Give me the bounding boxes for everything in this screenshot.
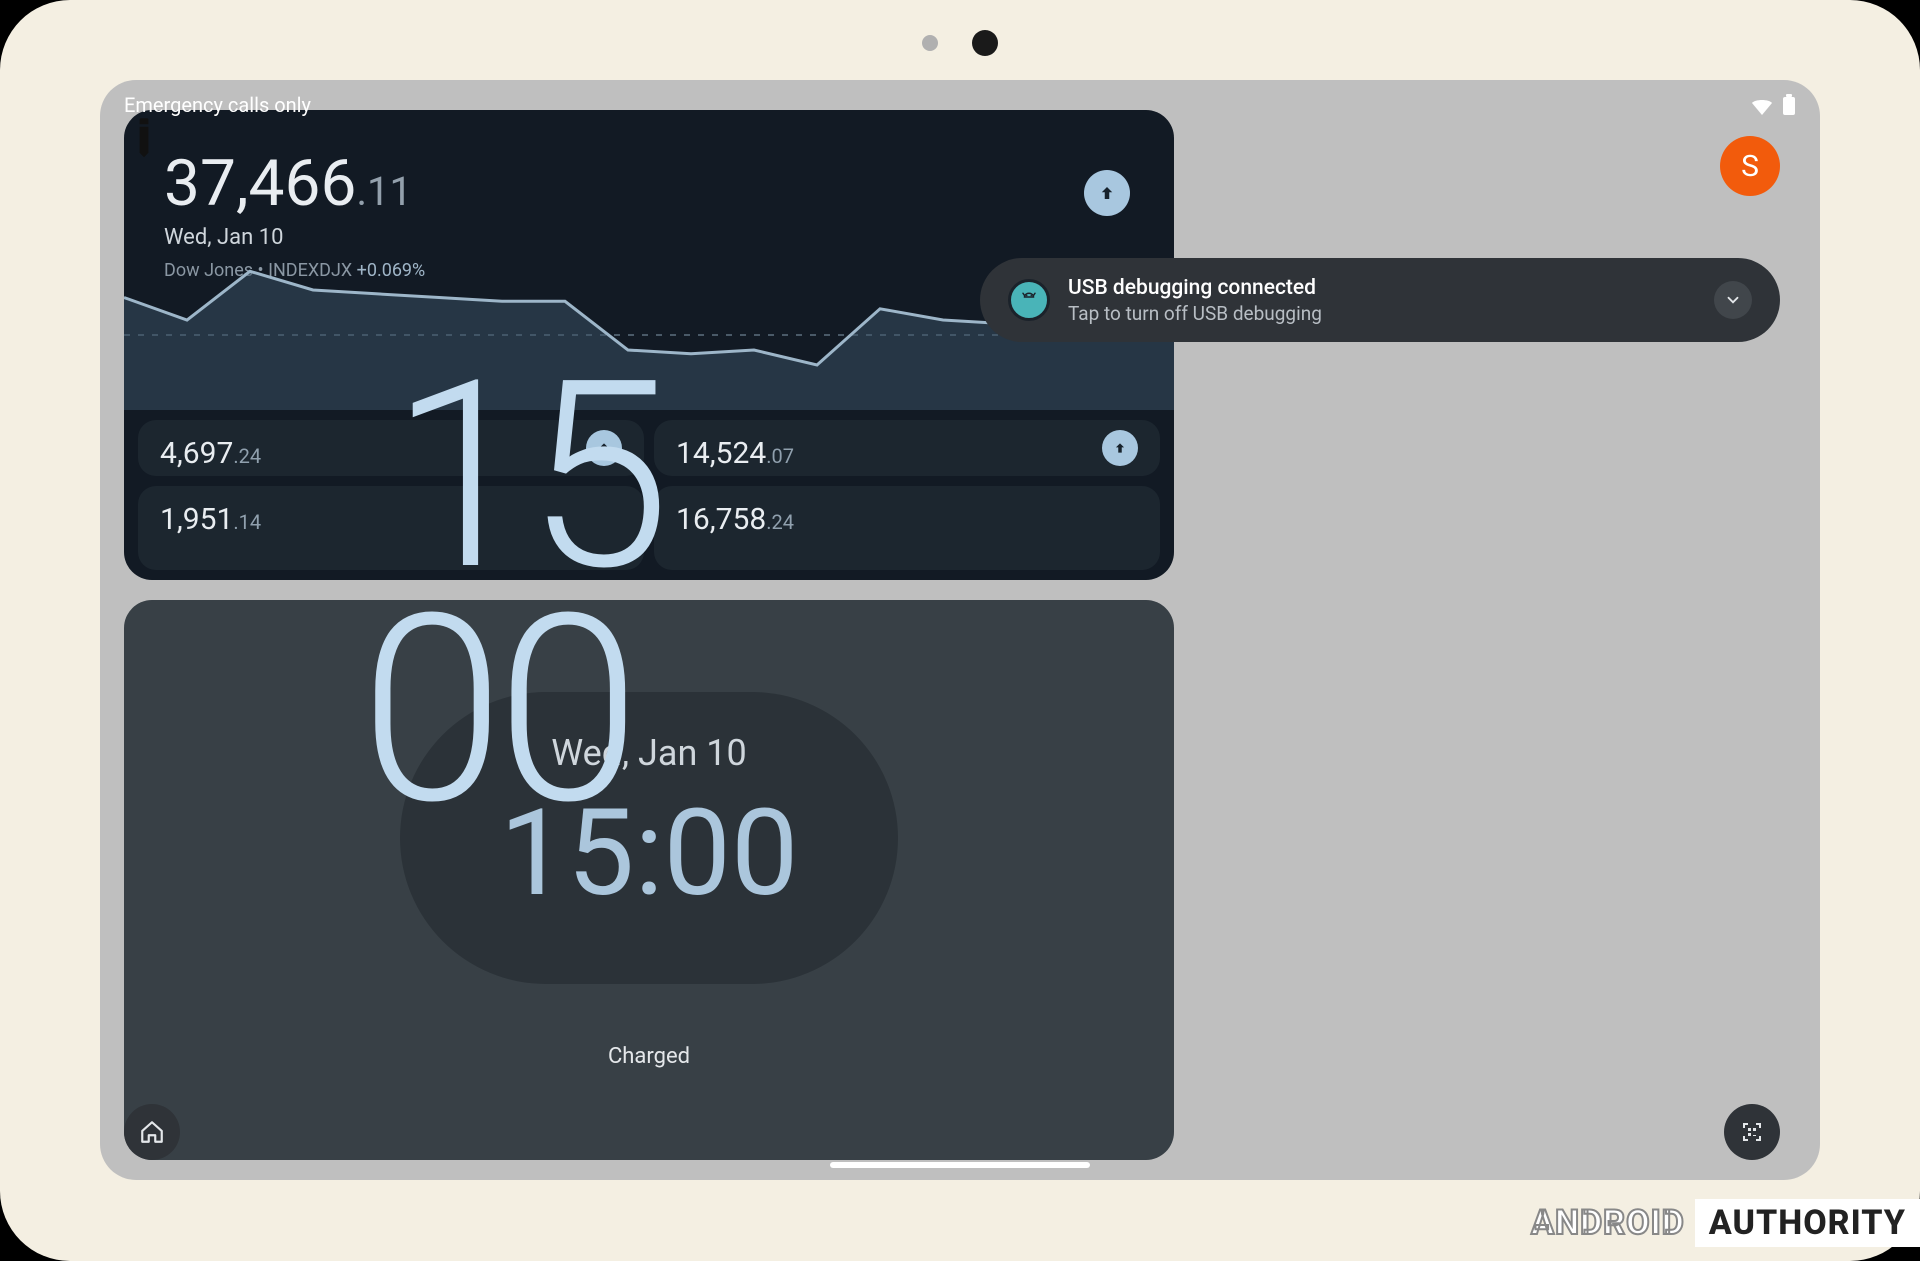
arrow-up-icon — [597, 441, 611, 455]
home-icon — [139, 1119, 165, 1145]
tile-trend-icon — [1102, 430, 1138, 466]
proximity-sensor-icon — [922, 35, 938, 51]
avatar-initial: S — [1741, 149, 1759, 184]
android-head-icon — [1008, 279, 1050, 321]
stocks-main-date: Wed, Jan 10 — [164, 225, 1134, 250]
stock-tile-nasdaq[interactable]: 14,524.07 Nasdaq +0.095% — [654, 420, 1160, 476]
wifi-icon — [1750, 95, 1774, 115]
stock-tile-3[interactable]: 1,951.14 — [138, 486, 644, 570]
toast-expand-button[interactable] — [1714, 281, 1752, 319]
watermark-right: AUTHORITY — [1695, 1199, 1920, 1247]
tile-int: 14,524 — [676, 436, 766, 471]
tile-int: 4,697 — [160, 436, 233, 471]
usb-debugging-notification[interactable]: USB debugging connected Tap to turn off … — [980, 258, 1780, 342]
clock-widget[interactable]: Wed, Jan 10 15:00 Charged — [124, 600, 1174, 1160]
front-camera-icon — [972, 30, 998, 56]
tile-name: Nasdaq — [676, 475, 1138, 476]
tile-name: S&P 500 — [160, 475, 622, 476]
qr-icon — [1740, 1120, 1764, 1144]
tile-dec: .07 — [766, 444, 794, 468]
watermark-left: ANDROID — [1521, 1199, 1695, 1247]
stock-tile-sp500[interactable]: 4,697.24 S&P 500 +0.18% — [138, 420, 644, 476]
toast-subtitle: Tap to turn off USB debugging — [1068, 302, 1322, 325]
clock-widget-time: 15:00 — [500, 784, 799, 924]
stocks-main-int: 37,466 — [164, 146, 356, 221]
source-watermark: ANDROID AUTHORITY — [1521, 1199, 1920, 1247]
stocks-main-price: 37,466.11 — [164, 146, 1134, 221]
stocks-tiles-grid: 4,697.24 S&P 500 +0.18% 14,524.07 Nasdaq… — [124, 410, 1174, 580]
screen: Emergency calls only S — [100, 80, 1820, 1180]
status-icons — [1750, 94, 1796, 116]
battery-status-label: Charged — [608, 1044, 690, 1069]
tile-dec: .24 — [233, 444, 261, 468]
chevron-down-icon — [1724, 291, 1742, 309]
toast-text: USB debugging connected Tap to turn off … — [1068, 276, 1322, 325]
sensor-cluster — [922, 30, 998, 56]
clock-pill: Wed, Jan 10 15:00 — [400, 692, 899, 984]
battery-icon — [1782, 94, 1796, 116]
tile-int: 1,951 — [160, 502, 233, 537]
tile-trend-icon — [586, 430, 622, 466]
toast-title: USB debugging connected — [1068, 276, 1322, 300]
stocks-main-trend-icon — [1084, 170, 1130, 216]
tile-dec: .24 — [766, 510, 794, 534]
gesture-nav-bar[interactable] — [830, 1162, 1090, 1168]
status-network-label: Emergency calls only — [124, 93, 311, 117]
tablet-bezel: Emergency calls only S — [0, 0, 1920, 1261]
tile-dec: .14 — [233, 510, 261, 534]
clock-widget-date: Wed, Jan 10 — [500, 732, 799, 774]
status-bar: Emergency calls only — [100, 80, 1820, 130]
stocks-widget[interactable]: 37,466.11 Wed, Jan 10 Dow Jones • INDEXD… — [124, 110, 1174, 580]
arrow-up-icon — [1113, 441, 1127, 455]
stock-tile-4[interactable]: 16,758.24 — [654, 486, 1160, 570]
stocks-main-dec: .11 — [356, 168, 412, 215]
arrow-up-icon — [1098, 184, 1116, 202]
qr-scan-button[interactable] — [1724, 1104, 1780, 1160]
smart-home-button[interactable] — [124, 1104, 180, 1160]
user-avatar[interactable]: S — [1720, 136, 1780, 196]
tile-int: 16,758 — [676, 502, 766, 537]
